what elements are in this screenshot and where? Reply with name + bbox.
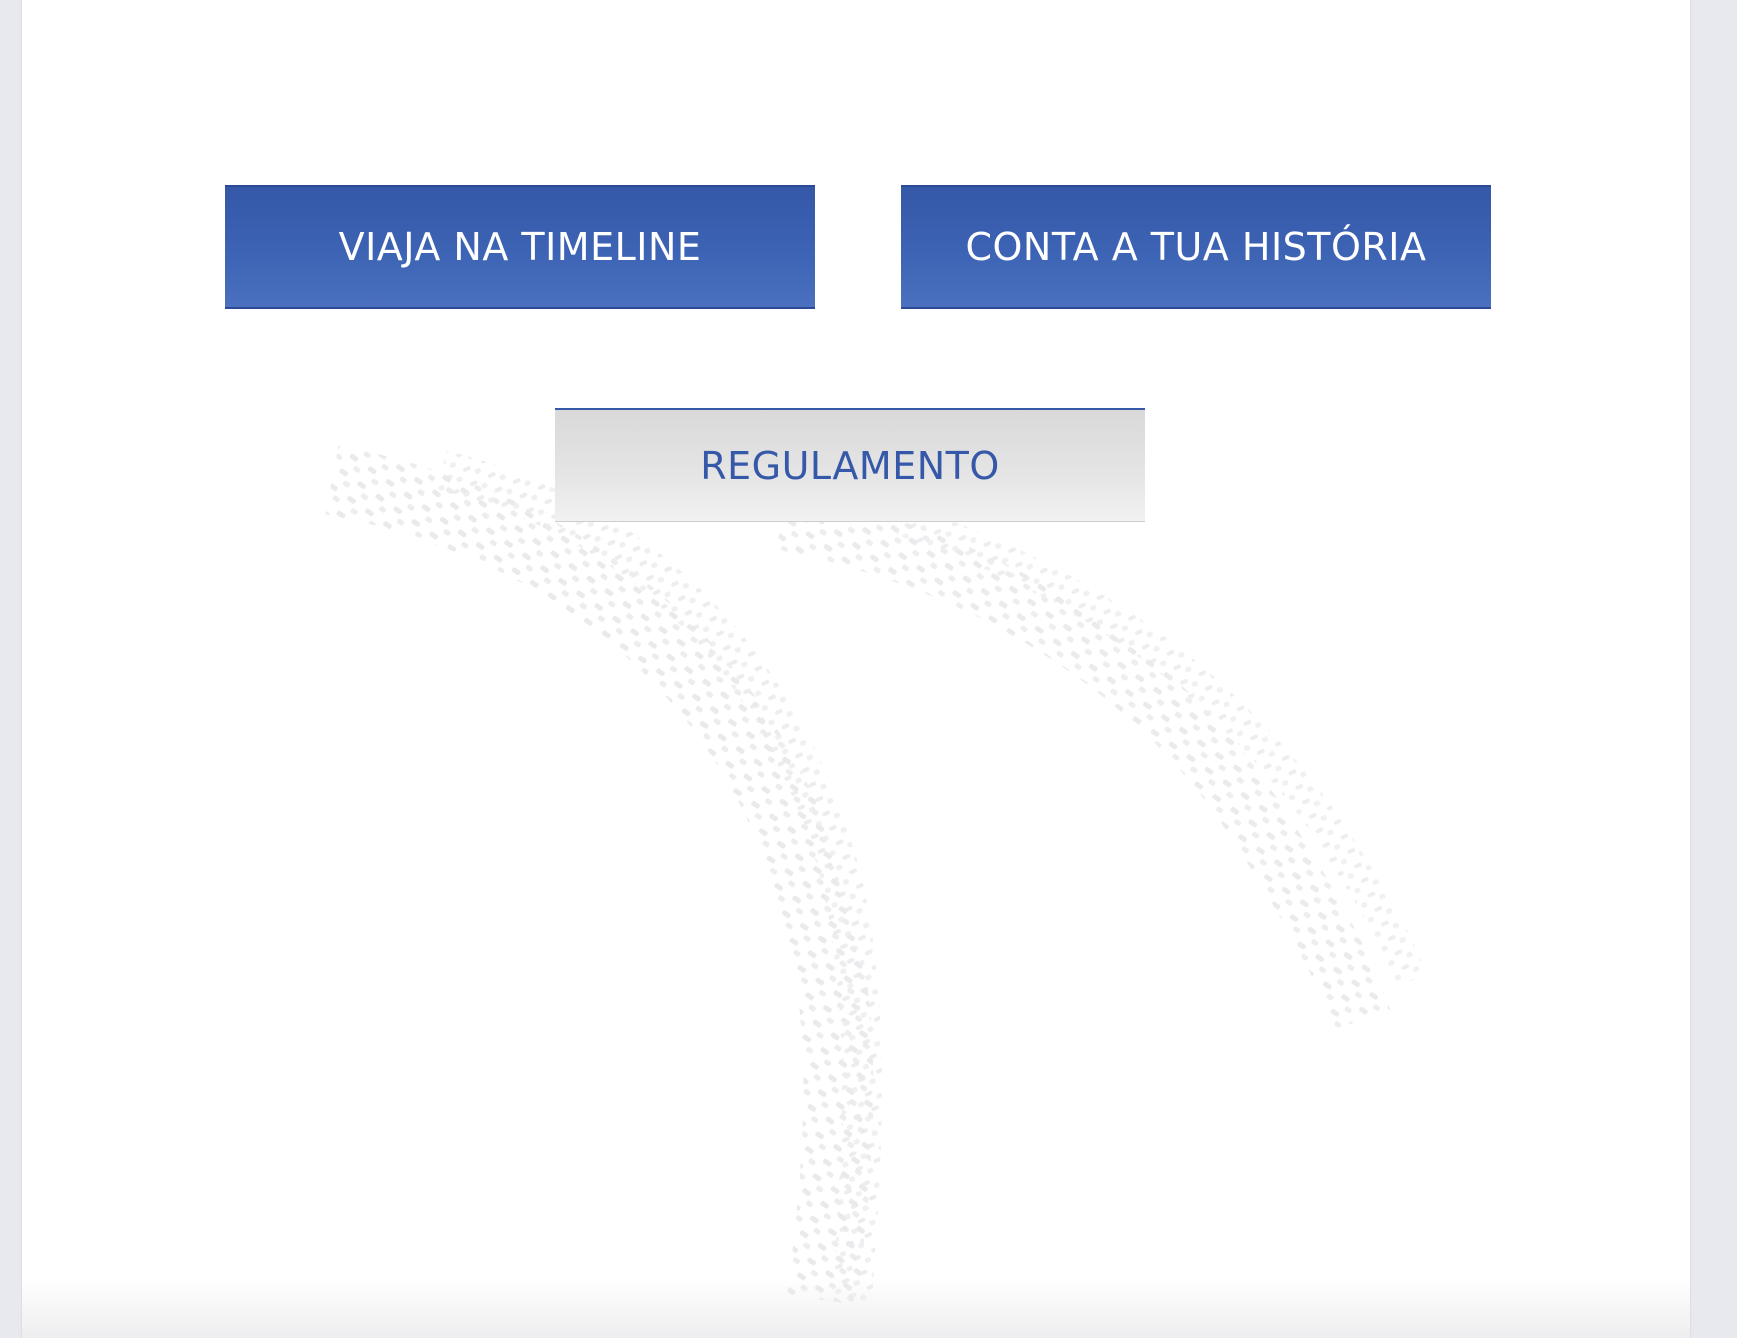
timeline-button[interactable]: VIAJA NA TIMELINE [225,185,815,309]
bottom-shadow [22,1278,1690,1338]
regulations-button-label: REGULAMENTO [700,443,1000,488]
regulations-button[interactable]: REGULAMENTO [555,408,1145,522]
tell-your-story-button[interactable]: CONTA A TUA HISTÓRIA [901,185,1491,309]
timeline-button-label: VIAJA NA TIMELINE [338,225,702,269]
tell-your-story-button-label: CONTA A TUA HISTÓRIA [965,225,1427,269]
